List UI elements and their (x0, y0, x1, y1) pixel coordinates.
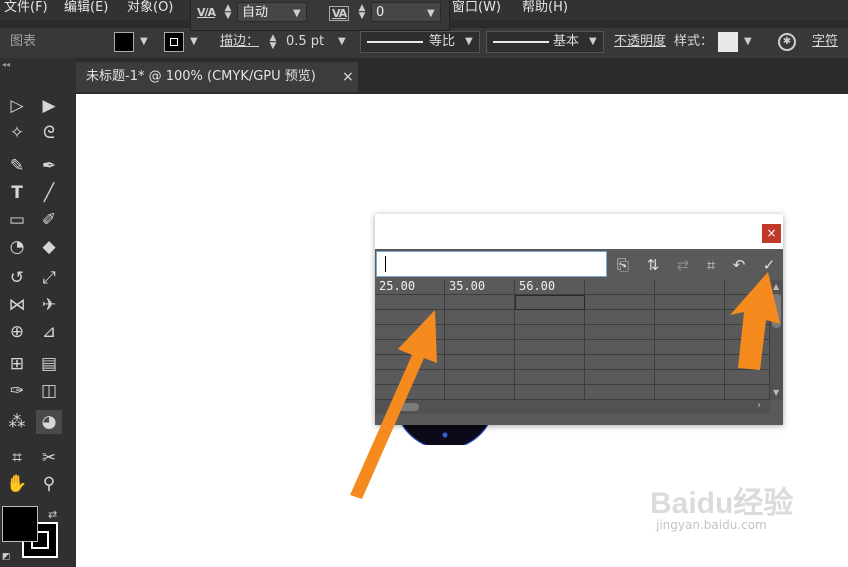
shape-builder-tool-icon[interactable]: ⊕ (4, 320, 30, 344)
kerning-dropdown-icon[interactable]: ▼ (427, 8, 435, 19)
brush-line (493, 41, 549, 43)
orange-arrow-left (350, 310, 437, 499)
profile-line (367, 41, 423, 43)
tracking-icon: V/A (197, 6, 216, 19)
perspective-grid-tool-icon[interactable]: ⊿ (36, 320, 62, 344)
menu-edit[interactable]: 编辑(E) (64, 0, 108, 20)
chevron-down-icon: ▼ (465, 36, 473, 47)
fill-dropdown-icon[interactable]: ▼ (140, 36, 148, 47)
dialog-close-button[interactable]: × (762, 224, 781, 243)
graph-tool-icon[interactable]: ◕ (36, 410, 62, 434)
mesh-tool-icon[interactable]: ⊞ (4, 352, 30, 376)
lasso-tool-icon[interactable]: ᘓ (36, 121, 62, 145)
selection-type-label: 图表 (10, 34, 37, 49)
scale-tool-icon[interactable]: ⤢ (36, 266, 62, 290)
slice-tool-icon[interactable]: ✂ (36, 446, 62, 470)
menu-file[interactable]: 文件(F) (4, 0, 48, 20)
hand-tool-icon[interactable]: ✋ (4, 472, 30, 496)
fill-color-box[interactable] (2, 506, 38, 542)
type-tool-icon[interactable]: T (4, 181, 30, 205)
width-tool-icon[interactable]: ⋈ (4, 293, 30, 317)
stroke-label[interactable]: 描边： (220, 28, 259, 56)
selection-tool-icon[interactable]: ▷ (4, 94, 30, 118)
zoom-tool-icon[interactable]: ⚲ (36, 472, 62, 496)
character-panel-link[interactable]: 字符 (812, 28, 838, 56)
menu-window[interactable]: 窗口(W) (452, 0, 501, 20)
opacity-label[interactable]: 不透明度 (614, 28, 666, 56)
paintbrush-tool-icon[interactable]: ✐ (36, 208, 62, 232)
document-tab[interactable]: 未标题-1* @ 100% (CMYK/GPU 预览) × (76, 62, 358, 92)
rotate-tool-icon[interactable]: ↺ (4, 266, 30, 290)
stroke-weight-field[interactable]: 0.5 pt (286, 28, 324, 56)
artboard-tool-icon[interactable]: ⌗ (4, 446, 30, 470)
menu-object[interactable]: 对象(O) (127, 0, 173, 20)
symbol-sprayer-tool-icon[interactable]: ⁂ (4, 410, 30, 434)
brush-label: 基本 (553, 34, 580, 49)
chevron-down-icon: ▼ (589, 36, 597, 47)
stroke-indicator-icon (170, 38, 178, 46)
default-colors-icon[interactable]: ◩ (2, 552, 11, 562)
close-tab-icon[interactable]: × (342, 62, 354, 92)
pen-tool-icon[interactable]: ✎ (4, 154, 30, 178)
kerning-icon: VA (329, 6, 350, 21)
style-label: 样式： (674, 34, 714, 49)
control-bar: 图表 ▼ ▼ 描边： ▲ ▼ 0.5 pt ▼ 等比 ▼ 基本 ▼ 不透明度 样式… (0, 28, 848, 59)
collapse-toolbar-icon[interactable]: ◂◂ (2, 60, 10, 69)
blend-tool-icon[interactable]: ◫ (36, 379, 62, 403)
character-panel: V/A ▲ ▼ 自动 ▼ VA ▲ ▼ 0 ▼ (190, 0, 450, 31)
eraser-tool-icon[interactable]: ◆ (36, 235, 62, 259)
puppet-warp-tool-icon[interactable]: ✈ (36, 293, 62, 317)
fill-swatch[interactable] (114, 32, 134, 52)
magic-wand-tool-icon[interactable]: ✧ (4, 121, 30, 145)
document-tab-title: 未标题-1* @ 100% (CMYK/GPU 预览) (86, 69, 316, 84)
stroke-weight-dropdown-icon[interactable]: ▼ (338, 36, 346, 47)
stroke-spinner-icon[interactable]: ▲ ▼ (268, 34, 278, 51)
rectangle-tool-icon[interactable]: ▭ (4, 208, 30, 232)
brush-definition-dropdown[interactable]: 基本 ▼ (486, 31, 604, 53)
dialog-titlebar[interactable] (375, 214, 783, 249)
tracking-value: 自动 (242, 5, 269, 20)
style-dropdown-icon[interactable]: ▼ (744, 36, 752, 47)
line-tool-icon[interactable]: ╱ (36, 181, 62, 205)
stroke-swatch[interactable] (164, 32, 184, 52)
tracking-dropdown-icon[interactable]: ▼ (293, 8, 301, 19)
tracking-spinner-icon[interactable]: ▲ ▼ (223, 4, 233, 21)
menu-help[interactable]: 帮助(H) (522, 0, 568, 20)
annotation-arrows (350, 272, 780, 499)
watermark-url: jingyan.baidu.com (656, 518, 767, 532)
shaper-tool-icon[interactable]: ◔ (4, 235, 30, 259)
stroke-dropdown-icon[interactable]: ▼ (190, 36, 198, 47)
gradient-tool-icon[interactable]: ▤ (36, 352, 62, 376)
kerning-value: 0 (376, 5, 385, 20)
baidu-watermark: Baidu经验 jingyan.baidu.com (650, 478, 810, 534)
watermark-brand: Baidu经验 (650, 487, 794, 520)
recolor-artwork-icon[interactable]: ✱ (778, 33, 796, 51)
orange-arrow-right (730, 272, 780, 370)
profile-label: 等比 (429, 34, 456, 49)
tools-panel: ◂◂ ▷ ▶ ✧ ᘓ ✎ ✒ T ╱ ▭ ✐ ◔ ◆ ↺ ⤢ ⋈ ✈ ⊕ ⊿ ⊞… (0, 58, 77, 567)
variable-width-profile-dropdown[interactable]: 等比 ▼ (360, 31, 480, 53)
curvature-tool-icon[interactable]: ✒ (36, 154, 62, 178)
graphic-style-swatch[interactable] (718, 32, 738, 52)
eyedropper-tool-icon[interactable]: ✑ (4, 379, 30, 403)
swap-colors-icon[interactable]: ⇄ (48, 508, 57, 521)
kerning-spinner-icon[interactable]: ▲ ▼ (357, 4, 367, 21)
direct-selection-tool-icon[interactable]: ▶ (36, 94, 62, 118)
